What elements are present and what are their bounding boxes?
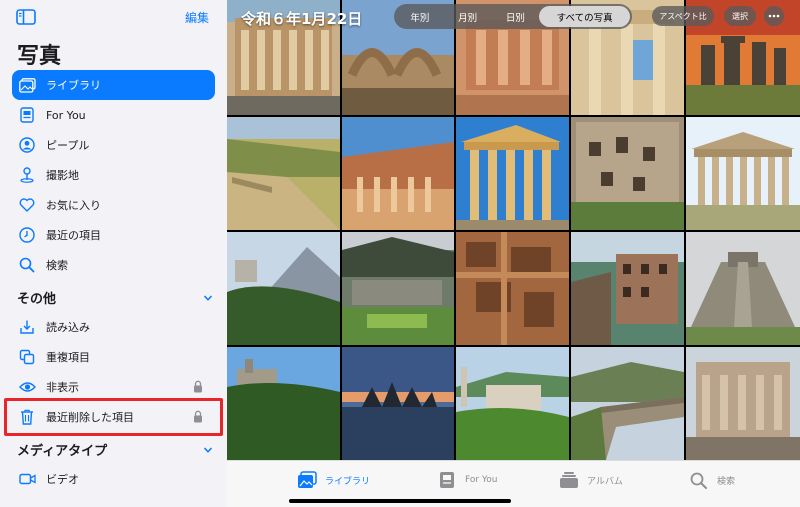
- clock-icon: [18, 226, 36, 244]
- sidebar-item-duplicates[interactable]: 重複項目: [12, 342, 215, 372]
- sidebar-toggle-icon[interactable]: [16, 9, 36, 25]
- sidebar-item-label: ビデオ: [46, 473, 79, 486]
- photo-thumbnail[interactable]: [456, 232, 569, 345]
- sidebar-item-places[interactable]: 撮影地: [12, 160, 215, 190]
- album-icon: [560, 472, 578, 488]
- segment-all-photos[interactable]: すべての写真: [539, 6, 630, 27]
- segment-months[interactable]: 月別: [444, 6, 492, 27]
- photo-thumbnail[interactable]: [456, 117, 569, 230]
- tab-for-you[interactable]: For You: [437, 471, 497, 489]
- sidebar-item-imports[interactable]: 読み込み: [12, 312, 215, 342]
- sidebar-item-label: 撮影地: [46, 169, 79, 182]
- lock-icon: [194, 380, 202, 393]
- sidebar-item-label: 読み込み: [46, 321, 90, 334]
- photo-thumbnail[interactable]: [686, 117, 800, 230]
- search-icon: [18, 256, 36, 274]
- sidebar-item-label: 最近の項目: [46, 229, 101, 242]
- tab-label: ライブラリ: [325, 476, 371, 487]
- aspect-ratio-button[interactable]: アスペクト比: [652, 6, 714, 26]
- sidebar-title: 写真: [17, 44, 62, 69]
- sidebar-item-for-you[interactable]: For You: [12, 100, 215, 130]
- tab-label: アルバム: [587, 476, 623, 487]
- tab-search[interactable]: 検索: [689, 471, 735, 489]
- date-title: 令和６年1月22日: [241, 10, 363, 28]
- photo-thumbnail[interactable]: [227, 232, 340, 345]
- photo-thumbnail[interactable]: [686, 347, 800, 460]
- photo-thumbnail[interactable]: [342, 117, 454, 230]
- sidebar-item-label: For You: [46, 108, 86, 122]
- person-icon: [18, 136, 36, 154]
- ellipsis-icon: [768, 14, 780, 18]
- sidebar-item-label: 検索: [46, 259, 68, 272]
- tab-label: 検索: [717, 476, 736, 487]
- sidebar-item-label: 非表示: [46, 381, 79, 394]
- photo-library-icon: [298, 471, 317, 488]
- chevron-down-icon: [203, 294, 213, 301]
- sidebar-item-label: お気に入り: [46, 199, 101, 212]
- photo-thumbnail[interactable]: [686, 232, 800, 345]
- tab-albums[interactable]: アルバム: [559, 471, 623, 489]
- sidebar-item-people[interactable]: ピープル: [12, 130, 215, 160]
- photo-thumbnail[interactable]: [342, 232, 454, 345]
- photo-library-main: 令和６年1月22日 年別 月別 日別 すべての写真 アスペクト比 選択 ライブラ…: [227, 0, 800, 507]
- photo-library-icon: [18, 76, 36, 94]
- tab-label: For You: [465, 475, 498, 485]
- edit-button[interactable]: 編集: [185, 9, 209, 26]
- map-pin-icon: [18, 166, 36, 184]
- view-segmented-control: 年別 月別 日別 すべての写真: [394, 4, 632, 29]
- more-button[interactable]: [764, 6, 784, 26]
- video-icon: [18, 470, 36, 488]
- sidebar-item-videos[interactable]: ビデオ: [12, 464, 215, 494]
- photo-thumbnail[interactable]: [571, 117, 684, 230]
- sidebar-item-search[interactable]: 検索: [12, 250, 215, 280]
- segment-years[interactable]: 年別: [396, 6, 444, 27]
- sidebar-item-recents[interactable]: 最近の項目: [12, 220, 215, 250]
- sidebar: 編集 写真 ライブラリ For You ピープル 撮影地 お気に入り 最近の項目…: [0, 0, 227, 507]
- highlight-annotation: [4, 398, 223, 436]
- photo-thumbnail[interactable]: [571, 347, 684, 460]
- home-indicator: [289, 499, 511, 503]
- section-title: その他: [17, 292, 57, 307]
- photo-grid: [227, 0, 800, 460]
- tab-library[interactable]: ライブラリ: [297, 471, 370, 489]
- photo-thumbnail[interactable]: [342, 347, 454, 460]
- section-media-types-header[interactable]: メディアタイプ: [17, 440, 213, 459]
- photo-thumbnail[interactable]: [227, 347, 340, 460]
- section-other-header[interactable]: その他: [17, 288, 213, 307]
- chevron-down-icon: [203, 446, 213, 453]
- sidebar-item-label: ピープル: [46, 139, 90, 152]
- photo-thumbnail[interactable]: [227, 117, 340, 230]
- sidebar-item-library[interactable]: ライブラリ: [12, 70, 215, 100]
- duplicates-icon: [18, 348, 36, 366]
- sidebar-item-label: 重複項目: [46, 351, 90, 364]
- for-you-icon: [18, 106, 36, 124]
- search-icon: [690, 472, 707, 489]
- sidebar-item-favorites[interactable]: お気に入り: [12, 190, 215, 220]
- select-button[interactable]: 選択: [724, 6, 756, 26]
- eye-icon: [18, 378, 36, 396]
- for-you-icon: [440, 472, 454, 488]
- photo-thumbnail[interactable]: [571, 232, 684, 345]
- import-icon: [18, 318, 36, 336]
- heart-icon: [18, 196, 36, 214]
- photo-thumbnail[interactable]: [456, 347, 569, 460]
- segment-days[interactable]: 日別: [492, 6, 540, 27]
- tab-bar: ライブラリ For You アルバム 検索: [227, 460, 800, 507]
- section-title: メディアタイプ: [17, 444, 108, 459]
- sidebar-item-label: ライブラリ: [46, 79, 101, 92]
